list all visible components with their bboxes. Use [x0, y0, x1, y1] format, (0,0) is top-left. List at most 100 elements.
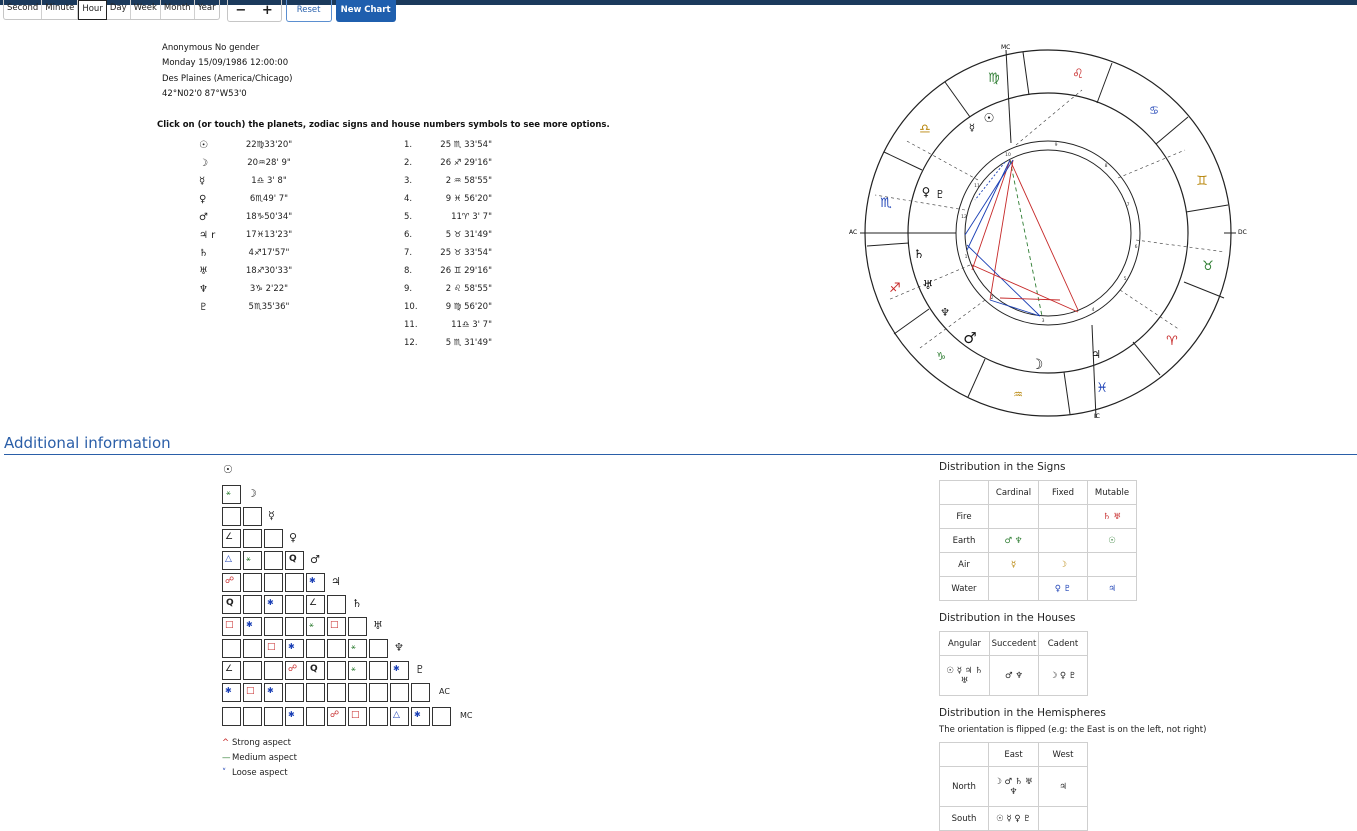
planet-row[interactable]: ♂ 18♑50'34"	[199, 208, 309, 226]
house-10-label[interactable]: 10	[1005, 152, 1011, 158]
aspect-cell[interactable]	[369, 707, 388, 726]
unit-hour[interactable]: Hour	[78, 0, 107, 20]
moon-icon[interactable]: ☽	[1031, 357, 1044, 373]
house-number[interactable]: 5.	[404, 212, 432, 222]
aspect-cell[interactable]: ✱	[390, 661, 409, 680]
uranus-icon[interactable]: ♅	[373, 619, 383, 632]
house-number[interactable]: 9.	[404, 284, 432, 294]
planet-row[interactable]: ♇ 5♏35'36"	[199, 298, 309, 316]
pisces-icon[interactable]: ♓	[1096, 381, 1108, 396]
aspect-cell[interactable]: ∠	[222, 661, 241, 680]
aspect-cell[interactable]	[432, 707, 451, 726]
aspect-cell[interactable]: ∠	[222, 529, 241, 548]
aspect-cell[interactable]: ⚹	[306, 617, 325, 636]
aspect-cell[interactable]	[285, 683, 304, 702]
aspect-cell[interactable]	[243, 595, 262, 614]
house-number[interactable]: 4.	[404, 194, 432, 204]
house-number[interactable]: 1.	[404, 140, 432, 150]
house-row[interactable]: 3. 2 ♒ 58'55"	[404, 172, 492, 190]
aspect-cell[interactable]	[369, 661, 388, 680]
saturn-icon[interactable]: ♄	[199, 248, 229, 259]
aspect-cell[interactable]	[327, 639, 346, 658]
sun-icon[interactable]: ☉	[199, 140, 229, 151]
aspect-cell[interactable]	[285, 617, 304, 636]
house-3-label[interactable]: 3	[1042, 318, 1045, 324]
house-row[interactable]: 9. 2 ♌ 58'55"	[404, 280, 492, 298]
house-6-label[interactable]: 6	[1135, 244, 1138, 250]
aspect-cell[interactable]: □	[348, 707, 367, 726]
venus-icon[interactable]: ♀	[922, 185, 931, 199]
planet-row[interactable]: ♅ 18♐30'33"	[199, 262, 309, 280]
aspect-cell[interactable]: △	[222, 551, 241, 570]
aspect-cell[interactable]	[243, 661, 262, 680]
plus-button[interactable]: +	[262, 3, 273, 18]
aquarius-icon[interactable]: ♒	[1013, 388, 1023, 401]
pluto-icon[interactable]: ♇	[199, 302, 229, 313]
virgo-icon[interactable]: ♍	[988, 71, 1000, 86]
house-number[interactable]: 7.	[404, 248, 432, 258]
aspect-cell[interactable]	[264, 573, 283, 592]
house-row[interactable]: 12. 5 ♏ 31'49"	[404, 334, 492, 352]
unit-second[interactable]: Second	[4, 0, 43, 19]
aspect-cell[interactable]	[222, 707, 241, 726]
house-5-label[interactable]: 5	[1124, 276, 1127, 282]
house-row[interactable]: 5. 11♈ 3' 7"	[404, 208, 492, 226]
house-row[interactable]: 4. 9 ♓ 56'20"	[404, 190, 492, 208]
aspect-cell[interactable]	[306, 707, 325, 726]
neptune-icon[interactable]: ♆	[394, 641, 404, 654]
aspect-cell[interactable]	[390, 683, 409, 702]
reset-button[interactable]: Reset	[285, 0, 332, 22]
house-row[interactable]: 2. 26 ♐ 29'16"	[404, 154, 492, 172]
aspect-cell[interactable]: ✱	[285, 639, 304, 658]
aspect-cell[interactable]	[243, 507, 262, 526]
jupiter-icon[interactable]: ♃	[331, 575, 341, 588]
aspect-cell[interactable]: ☍	[327, 707, 346, 726]
uranus-icon[interactable]: ♅	[199, 266, 229, 277]
unit-month[interactable]: Month	[161, 0, 195, 19]
aspect-cell[interactable]: Q	[306, 661, 325, 680]
house-9-label[interactable]: 9	[1055, 142, 1058, 148]
planet-row[interactable]: ☉ 22♍33'20"	[199, 136, 309, 154]
moon-icon[interactable]: ☽	[199, 158, 229, 169]
aries-icon[interactable]: ♈	[1166, 334, 1178, 349]
neptune-icon[interactable]: ♆	[940, 306, 950, 319]
house-number[interactable]: 8.	[404, 266, 432, 276]
house-number[interactable]: 2.	[404, 158, 432, 168]
aspect-cell[interactable]	[327, 595, 346, 614]
aspect-cell[interactable]	[264, 707, 283, 726]
aspect-cell[interactable]: ✱	[411, 707, 430, 726]
aspect-cell[interactable]	[327, 683, 346, 702]
house-12-label[interactable]: 12	[961, 214, 967, 220]
jupiter-icon[interactable]: ♃	[1091, 348, 1101, 361]
house-8-label[interactable]: 8	[1105, 163, 1108, 169]
house-row[interactable]: 6. 5 ♉ 31'49"	[404, 226, 492, 244]
planet-row[interactable]: ☽ 20♒28' 9"	[199, 154, 309, 172]
libra-icon[interactable]: ♎	[919, 122, 931, 137]
aspect-cell[interactable]	[264, 529, 283, 548]
aspect-cell[interactable]: ✱	[264, 595, 283, 614]
aspect-cell[interactable]: ✱	[285, 707, 304, 726]
unit-minute[interactable]: Minute	[42, 0, 79, 19]
planet-row[interactable]: ♆ 3♑ 2'22"	[199, 280, 309, 298]
saturn-icon[interactable]: ♄	[914, 247, 925, 261]
house-7-label[interactable]: 7	[1127, 202, 1130, 208]
house-number[interactable]: 10.	[404, 302, 432, 312]
house-number[interactable]: 12.	[404, 338, 432, 348]
ac-label[interactable]: AC	[439, 687, 450, 696]
aspect-cell[interactable]: ∠	[306, 595, 325, 614]
venus-icon[interactable]: ♀	[199, 194, 229, 205]
pluto-icon[interactable]: ♇	[935, 188, 945, 201]
aspect-cell[interactable]: ⚹	[243, 551, 262, 570]
house-11-label[interactable]: 11	[974, 183, 980, 189]
aspect-cell[interactable]	[348, 683, 367, 702]
house-number[interactable]: 3.	[404, 176, 432, 186]
aspect-cell[interactable]: □	[264, 639, 283, 658]
house-row[interactable]: 10. 9 ♍ 56'20"	[404, 298, 492, 316]
taurus-icon[interactable]: ♉	[1202, 259, 1214, 274]
mercury-icon[interactable]: ☿	[268, 509, 275, 522]
aspect-cell[interactable]: ⚹	[348, 639, 367, 658]
unit-day[interactable]: Day	[107, 0, 131, 19]
aspect-cell[interactable]: Q	[285, 551, 304, 570]
venus-icon[interactable]: ♀	[289, 531, 297, 544]
mc-label[interactable]: MC	[460, 711, 473, 720]
